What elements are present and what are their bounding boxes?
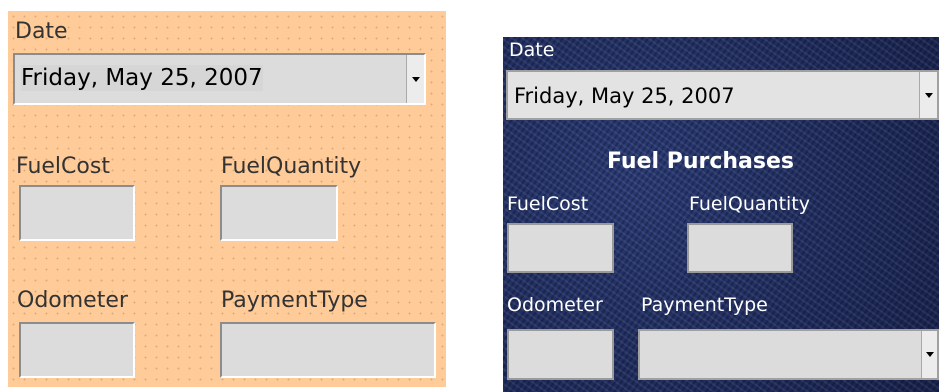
paymenttype-combobox[interactable]	[638, 329, 939, 380]
odometer-field[interactable]	[19, 322, 135, 378]
fuelcost-field[interactable]	[19, 185, 135, 241]
dropdown-button[interactable]	[919, 72, 937, 118]
fuelquantity-field[interactable]	[687, 223, 793, 273]
form-title: Fuel Purchases	[607, 149, 795, 174]
chevron-down-icon	[924, 92, 933, 98]
design-form: Date Friday, May 25, 2007 FuelCost FuelQ…	[8, 11, 446, 387]
fuelcost-field[interactable]	[507, 223, 614, 273]
chevron-down-icon	[925, 352, 934, 357]
dropdown-button[interactable]	[406, 55, 424, 103]
date-combobox[interactable]: Friday, May 25, 2007	[506, 70, 939, 120]
fuelquantity-label: FuelQuantity	[689, 193, 811, 215]
odometer-label: Odometer	[507, 294, 603, 316]
paymenttype-label: PaymentType	[641, 294, 768, 316]
chevron-down-icon	[411, 76, 420, 82]
date-value: Friday, May 25, 2007	[21, 65, 263, 91]
odometer-field[interactable]	[507, 329, 614, 380]
date-label: Date	[509, 39, 555, 61]
fuelcost-label: FuelCost	[507, 193, 589, 215]
paymenttype-field[interactable]	[220, 322, 436, 378]
runtime-form: Date Friday, May 25, 2007 Fuel Purchases…	[503, 37, 939, 392]
fuelcost-label: FuelCost	[16, 154, 110, 179]
date-label: Date	[15, 19, 68, 44]
dropdown-button[interactable]	[921, 331, 937, 378]
paymenttype-label: PaymentType	[221, 288, 368, 313]
fuelquantity-label: FuelQuantity	[221, 154, 362, 179]
date-value: Friday, May 25, 2007	[514, 84, 735, 108]
odometer-label: Odometer	[17, 288, 128, 313]
date-combobox[interactable]: Friday, May 25, 2007	[13, 53, 426, 105]
fuelquantity-field[interactable]	[220, 185, 338, 241]
